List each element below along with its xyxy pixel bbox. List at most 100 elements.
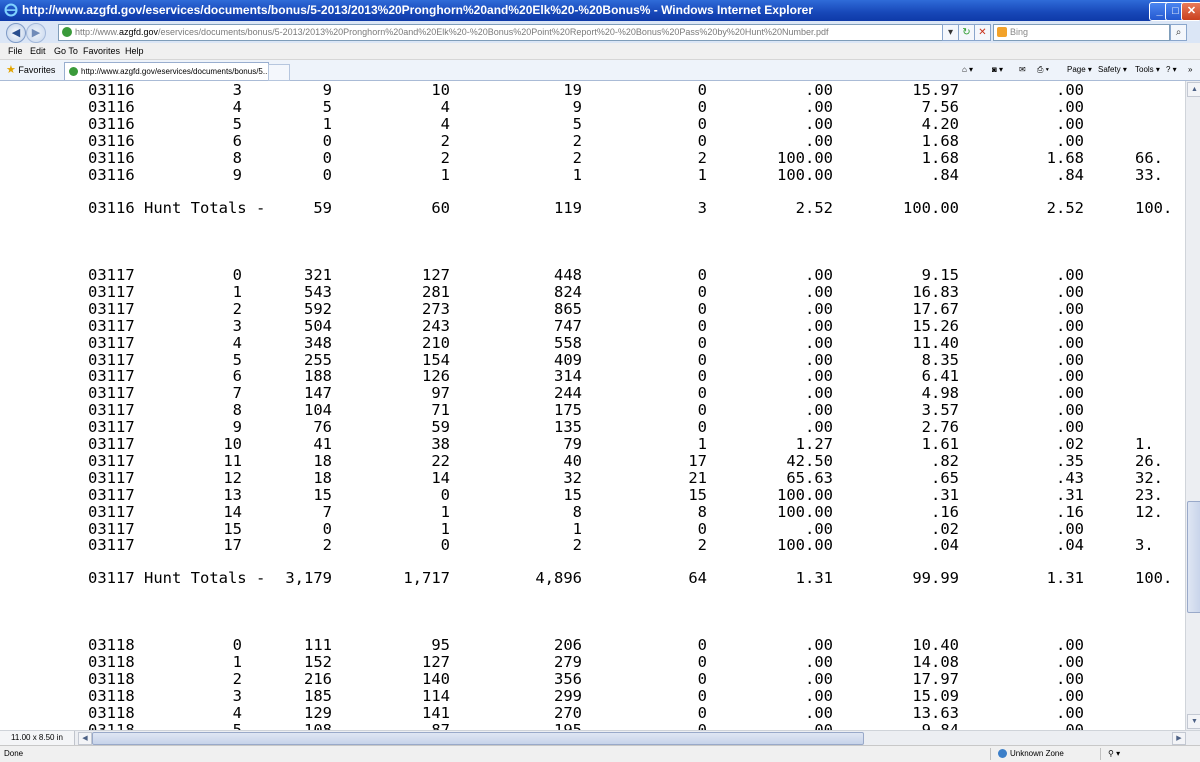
bonus-points: 11 bbox=[223, 451, 242, 470]
menu-go-to[interactable]: Go To bbox=[54, 43, 78, 59]
cell-nonresident-apps: 273 bbox=[422, 299, 450, 318]
cell-permits: 0 bbox=[697, 703, 707, 722]
hunt-number: 03117 bbox=[88, 451, 135, 470]
table-row: 03117 15 0 1 1 0 .00 .02 .00 bbox=[0, 519, 1185, 538]
hunt-number: 03118 bbox=[88, 652, 135, 671]
tools-menu[interactable]: Tools ▾ bbox=[1135, 60, 1160, 80]
table-row: 03118 1 152 127 279 0 .00 14.08 .00 bbox=[0, 652, 1185, 671]
feeds-icon[interactable]: ◙ ▾ bbox=[992, 60, 1003, 80]
search-input[interactable]: Bing bbox=[993, 24, 1170, 41]
refresh-icon[interactable]: ↻ bbox=[958, 24, 975, 41]
menu-favorites[interactable]: Favorites bbox=[83, 43, 120, 59]
scroll-up-icon[interactable]: ▲ bbox=[1187, 82, 1200, 97]
cell-success-pct: .00 bbox=[805, 350, 833, 369]
hunt-number: 03117 bbox=[88, 333, 135, 352]
cell-pct-of-apps: 17.67 bbox=[912, 299, 959, 318]
cell-pct-of-apps: .16 bbox=[931, 502, 959, 521]
table-row: 03118 2 216 140 356 0 .00 17.97 .00 bbox=[0, 669, 1185, 688]
cell-success-pct: .00 bbox=[805, 316, 833, 335]
cell-resident-apps: 129 bbox=[304, 703, 332, 722]
table-row: 03117 9 76 59 135 0 .00 2.76 .00 bbox=[0, 418, 1185, 437]
cell-total-apps: 824 bbox=[554, 282, 582, 301]
hunt-number: 03118 bbox=[88, 703, 135, 722]
cell-success-pct: 2.52 bbox=[795, 199, 833, 217]
cell-pct-of-apps: 17.97 bbox=[912, 669, 959, 688]
cell-pct-of-apps: 99.99 bbox=[912, 569, 959, 587]
pdf-document-view[interactable]: 03116 3 9 10 19 0.00 15.97.00 03116 4 5 4 9 0.00 7.56… bbox=[0, 81, 1185, 730]
cell-pct-of-apps: 3.57 bbox=[921, 401, 959, 420]
bonus-points: 3 bbox=[232, 686, 242, 705]
cell-total-apps: 40 bbox=[563, 451, 582, 470]
mail-icon[interactable]: ✉ bbox=[1019, 60, 1026, 80]
cell-nonresident-apps: 210 bbox=[422, 333, 450, 352]
cell-nonresident-apps: 10 bbox=[431, 81, 450, 99]
cell-nonresident-apps: 154 bbox=[422, 350, 450, 369]
security-zone[interactable]: Unknown Zone bbox=[998, 746, 1064, 762]
home-icon[interactable]: ⌂ ▾ bbox=[962, 60, 973, 80]
vertical-scrollbar[interactable]: ▲ ▼ bbox=[1185, 81, 1200, 730]
hunt-number: 03117 bbox=[88, 536, 135, 555]
cell-pct-of-permits: 66. bbox=[1135, 149, 1163, 167]
table-row: 03116 8 0 2 2 2 100.00 1.68 1.68 66. bbox=[0, 149, 1185, 167]
cell-nonresident-apps: 1 bbox=[440, 166, 450, 184]
bonus-points: 14 bbox=[223, 502, 242, 521]
help-icon[interactable]: ? ▾ bbox=[1166, 60, 1177, 80]
cell-total-apps: 747 bbox=[554, 316, 582, 335]
vertical-scroll-thumb[interactable] bbox=[1187, 501, 1200, 613]
cell-pct-success-total: .00 bbox=[1056, 652, 1084, 671]
cell-resident-apps: 255 bbox=[304, 350, 332, 369]
page-menu[interactable]: Page ▾ bbox=[1067, 60, 1092, 80]
search-icon[interactable]: ⌕ bbox=[1170, 24, 1187, 41]
table-row: 03117 11 18 22 40 17 42.50 .82 .35 26. bbox=[0, 451, 1185, 470]
favorites-button[interactable]: ★ Favorites bbox=[6, 60, 55, 80]
cell-total-apps: 119 bbox=[554, 199, 582, 217]
scroll-right-icon[interactable]: ▶ bbox=[1172, 732, 1186, 745]
safety-menu[interactable]: Safety ▾ bbox=[1098, 60, 1127, 80]
cell-total-apps: 279 bbox=[554, 652, 582, 671]
back-button[interactable]: ◀ bbox=[6, 23, 26, 43]
table-row: 03117 8 104 71 175 0 .00 3.57 .00 bbox=[0, 401, 1185, 420]
cell-nonresident-apps: 59 bbox=[431, 418, 450, 437]
scroll-down-icon[interactable]: ▼ bbox=[1187, 714, 1200, 729]
cell-nonresident-apps: 38 bbox=[431, 435, 450, 453]
cell-nonresident-apps: 0 bbox=[440, 536, 450, 555]
table-row: 03118 4 129 141 270 0 .00 13.63 .00 bbox=[0, 703, 1185, 722]
zoom-icon[interactable]: ⚲ ▾ bbox=[1108, 746, 1120, 762]
cell-permits: 0 bbox=[697, 519, 707, 538]
cell-resident-apps: 147 bbox=[304, 384, 332, 403]
menu-file[interactable]: File bbox=[8, 43, 23, 59]
stop-icon[interactable]: ✕ bbox=[974, 24, 991, 41]
horizontal-scroll-thumb[interactable] bbox=[92, 732, 864, 745]
horizontal-scrollbar[interactable]: 11.00 x 8.50 in ◀ ▶ bbox=[0, 730, 1200, 745]
cell-pct-success-total: .00 bbox=[1056, 669, 1084, 688]
cell-pct-success-total: .00 bbox=[1056, 316, 1084, 335]
browser-tab[interactable]: http://www.azgfd.gov/eservices/documents… bbox=[64, 62, 269, 80]
close-button[interactable]: ✕ bbox=[1181, 2, 1200, 21]
cell-total-apps: 270 bbox=[554, 703, 582, 722]
cell-permits: 0 bbox=[697, 401, 707, 420]
bonus-points: 17 bbox=[223, 536, 242, 555]
new-tab-button[interactable] bbox=[268, 64, 290, 81]
menu-edit[interactable]: Edit bbox=[30, 43, 46, 59]
cell-nonresident-apps: 127 bbox=[422, 652, 450, 671]
cell-resident-apps: 188 bbox=[304, 367, 332, 386]
hunt-totals-row: 03116 Hunt Totals - 59 60 119 3 2.52 100.00 2.5… bbox=[0, 199, 1185, 217]
cell-pct-success-total: .00 bbox=[1056, 519, 1084, 538]
print-icon[interactable]: ⎙ ▾ bbox=[1037, 60, 1049, 80]
bonus-points: 2 bbox=[232, 669, 242, 688]
cell-pct-of-permits: 3. bbox=[1135, 536, 1154, 555]
chevron-more-icon[interactable]: » bbox=[1188, 60, 1192, 80]
forward-button[interactable]: ▶ bbox=[26, 23, 46, 43]
address-dropdown-icon[interactable]: ▾ bbox=[942, 24, 959, 41]
menu-help[interactable]: Help bbox=[125, 43, 144, 59]
hunt-number: 03118 bbox=[88, 720, 135, 731]
cell-success-pct: .00 bbox=[805, 703, 833, 722]
scroll-left-icon[interactable]: ◀ bbox=[78, 732, 92, 745]
cell-resident-apps: 59 bbox=[313, 199, 332, 217]
cell-pct-of-apps: 15.09 bbox=[912, 686, 959, 705]
cell-nonresident-apps: 2 bbox=[440, 132, 450, 150]
address-bar[interactable]: http://www.azgfd.gov/eservices/documents… bbox=[58, 24, 954, 41]
cell-total-apps: 865 bbox=[554, 299, 582, 318]
bonus-points: 8 bbox=[232, 401, 242, 420]
table-row: 03116 4 5 4 9 0 .00 7.56 .00 bbox=[0, 98, 1185, 116]
